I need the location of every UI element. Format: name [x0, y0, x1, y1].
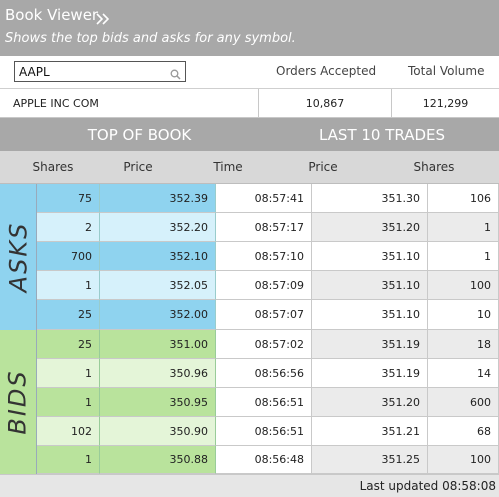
ask-shares: 25 [37, 300, 100, 330]
ask-row: 25 352.00 08:57:07 351.10 10 [37, 300, 499, 330]
trade-shares: 100 [428, 271, 499, 300]
last-trades-title: LAST 10 TRADES [318, 126, 446, 144]
app-title: Book Viewer [5, 6, 99, 24]
bid-row: 1 350.96 08:56:56 351.19 14 [37, 359, 499, 388]
bid-shares: 25 [37, 330, 100, 359]
total-volume-value: 121,299 [391, 89, 499, 118]
trade-time: 08:56:51 [216, 417, 312, 446]
ask-row: 75 352.39 08:57:41 351.30 106 [37, 184, 499, 213]
trade-price: 351.19 [312, 330, 428, 359]
app-subtitle: Shows the top bids and asks for any symb… [5, 31, 296, 46]
trade-price: 351.21 [312, 417, 428, 446]
section-header-bar: TOP OF BOOK LAST 10 TRADES [0, 118, 499, 151]
trade-time: 08:57:07 [216, 300, 312, 330]
ask-price: 352.39 [100, 184, 216, 213]
trade-shares: 1 [428, 242, 499, 271]
trade-time: 08:57:10 [216, 242, 312, 271]
bid-row: 1 350.88 08:56:48 351.25 100 [37, 446, 499, 474]
orders-accepted-label: Orders Accepted [276, 64, 377, 78]
trade-time: 08:56:51 [216, 388, 312, 417]
shares-column-header: Shares [32, 160, 74, 174]
trade-price-column-header: Price [308, 160, 338, 174]
ask-price: 352.00 [100, 300, 216, 330]
book-viewer-app: Book Viewer Shows the top bids and asks … [0, 0, 499, 497]
ask-shares: 1 [37, 271, 100, 300]
trade-shares: 100 [428, 446, 499, 474]
last-updated-text: Last updated 08:58:08 [359, 479, 496, 493]
trade-shares: 106 [428, 184, 499, 213]
bid-row: 25 351.00 08:57:02 351.19 18 [37, 330, 499, 359]
trade-shares-column-header: Shares [413, 160, 455, 174]
ask-price: 352.10 [100, 242, 216, 271]
top-of-book-title: TOP OF BOOK [87, 126, 192, 144]
trade-price: 351.30 [312, 184, 428, 213]
trade-time: 08:57:41 [216, 184, 312, 213]
title-bar: Book Viewer Shows the top bids and asks … [0, 0, 499, 56]
ask-row: 1 352.05 08:57:09 351.10 100 [37, 271, 499, 300]
ask-shares: 75 [37, 184, 100, 213]
asks-label-text: ASKS [4, 221, 32, 293]
trade-shares: 14 [428, 359, 499, 388]
trade-shares: 1 [428, 213, 499, 242]
bid-price: 350.96 [100, 359, 216, 388]
bid-shares: 1 [37, 446, 100, 474]
trade-time: 08:57:17 [216, 213, 312, 242]
bid-price: 350.95 [100, 388, 216, 417]
bid-row: 102 350.90 08:56:51 351.21 68 [37, 417, 499, 446]
time-column-header: Time [213, 160, 243, 174]
trade-price: 351.10 [312, 300, 428, 330]
trade-shares: 600 [428, 388, 499, 417]
bid-row: 1 350.95 08:56:51 351.20 600 [37, 388, 499, 417]
column-header-row: Shares Price Time Price Shares [0, 151, 499, 184]
bid-price: 351.00 [100, 330, 216, 359]
bids-label-text: BIDS [4, 369, 33, 435]
trade-price: 351.19 [312, 359, 428, 388]
total-volume-label: Total Volume [408, 64, 485, 78]
search-row: Orders Accepted Total Volume [0, 56, 499, 89]
trade-shares: 68 [428, 417, 499, 446]
price-column-header: Price [123, 160, 153, 174]
bid-shares: 1 [37, 359, 100, 388]
footer: Last updated 08:58:08 [0, 474, 499, 497]
ask-price: 352.20 [100, 213, 216, 242]
bid-shares: 1 [37, 388, 100, 417]
bids-side-label: BIDS [0, 330, 37, 474]
trade-price: 351.20 [312, 388, 428, 417]
trade-price: 351.10 [312, 242, 428, 271]
ask-shares: 700 [37, 242, 100, 271]
double-chevron-right-icon[interactable] [96, 10, 110, 29]
search-icon[interactable] [170, 65, 181, 84]
trade-price: 351.20 [312, 213, 428, 242]
ask-price: 352.05 [100, 271, 216, 300]
trade-time: 08:56:48 [216, 446, 312, 474]
asks-side-label: ASKS [0, 184, 37, 330]
ask-row: 2 352.20 08:57:17 351.20 1 [37, 213, 499, 242]
trade-shares: 10 [428, 300, 499, 330]
trade-shares: 18 [428, 330, 499, 359]
trade-price: 351.25 [312, 446, 428, 474]
trade-time: 08:57:09 [216, 271, 312, 300]
bid-shares: 102 [37, 417, 100, 446]
bid-price: 350.90 [100, 417, 216, 446]
ask-shares: 2 [37, 213, 100, 242]
symbol-summary-row: APPLE INC COM 10,867 121,299 [0, 89, 499, 118]
symbol-search-input[interactable] [19, 63, 167, 81]
orders-accepted-value: 10,867 [258, 89, 391, 118]
symbol-name: APPLE INC COM [13, 97, 99, 110]
trade-time: 08:56:56 [216, 359, 312, 388]
symbol-search-box[interactable] [14, 61, 186, 82]
trade-time: 08:57:02 [216, 330, 312, 359]
trade-price: 351.10 [312, 271, 428, 300]
bid-price: 350.88 [100, 446, 216, 474]
ask-row: 700 352.10 08:57:10 351.10 1 [37, 242, 499, 271]
